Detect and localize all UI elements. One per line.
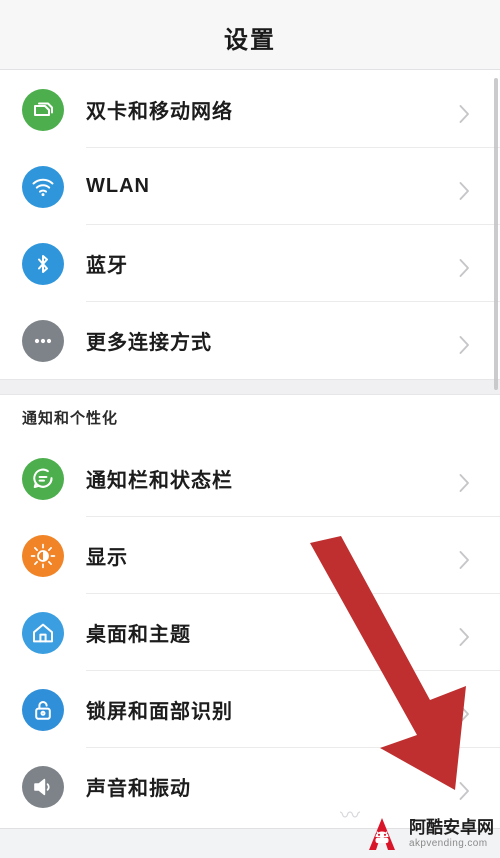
list-item-label: 通知栏和状态栏 (86, 470, 233, 492)
chevron-right-icon[interactable] (458, 550, 470, 569)
section-gap (0, 379, 500, 395)
list-item[interactable]: 蓝牙 (0, 225, 500, 302)
watermark-site-name: 阿酷安卓网 (409, 818, 494, 837)
list-item[interactable]: 锁屏和面部识别 (0, 671, 500, 748)
watermark-site-url: akpvending.com (409, 838, 488, 849)
page-title: 设置 (224, 27, 276, 54)
watermark: 阿酷安卓网 akpvending.com (362, 814, 494, 854)
vertical-scrollbar[interactable] (494, 78, 498, 390)
list-item[interactable]: 双卡和移动网络 (0, 71, 500, 148)
brightness-icon (22, 534, 64, 577)
list-item-label: 双卡和移动网络 (86, 101, 233, 123)
list-item-label: 锁屏和面部识别 (86, 701, 233, 723)
list-item[interactable]: 通知栏和状态栏 (0, 440, 500, 517)
list-item-label: 声音和振动 (86, 778, 191, 800)
unlock-icon (22, 688, 64, 731)
list-item[interactable]: WLAN (0, 148, 500, 225)
chevron-right-icon[interactable] (458, 258, 470, 277)
wifi-icon (22, 165, 64, 208)
chevron-right-icon[interactable] (458, 704, 470, 723)
list-item[interactable]: 桌面和主题 (0, 594, 500, 671)
sim-card-icon (22, 88, 64, 131)
chevron-right-icon[interactable] (458, 335, 470, 354)
list-item-label: 更多连接方式 (86, 332, 212, 354)
list-item-label: 桌面和主题 (86, 624, 191, 646)
list-item-label: 蓝牙 (86, 255, 128, 277)
speaker-icon (22, 765, 64, 808)
chevron-right-icon[interactable] (458, 181, 470, 200)
chevron-right-icon[interactable] (458, 104, 470, 123)
chevron-right-icon[interactable] (458, 473, 470, 492)
list-item-label: WLAN (86, 175, 150, 197)
group-header-label: 通知和个性化 (22, 410, 119, 427)
chevron-right-icon[interactable] (458, 781, 470, 800)
chevron-right-icon[interactable] (458, 627, 470, 646)
bluetooth-icon (22, 242, 64, 285)
list-item-label: 显示 (86, 547, 128, 569)
list-item[interactable]: 显示 (0, 517, 500, 594)
settings-screen: 设置 双卡和移动网络 WLAN 蓝牙 更多连接方式 通知和个性化 通知栏和状态栏 (0, 0, 500, 858)
group-header-notifications-personalization: 通知和个性化 (0, 395, 500, 440)
home-icon (22, 611, 64, 654)
chat-bubble-icon (22, 457, 64, 500)
more-dots-icon (22, 319, 64, 362)
watermark-squiggle: 〰 (340, 805, 360, 827)
list-item[interactable]: 更多连接方式 (0, 302, 500, 379)
app-header: 设置 (0, 0, 500, 70)
settings-list: 双卡和移动网络 WLAN 蓝牙 更多连接方式 通知和个性化 通知栏和状态栏 显示… (0, 71, 500, 825)
letter-a-android-logo-icon (369, 818, 395, 850)
